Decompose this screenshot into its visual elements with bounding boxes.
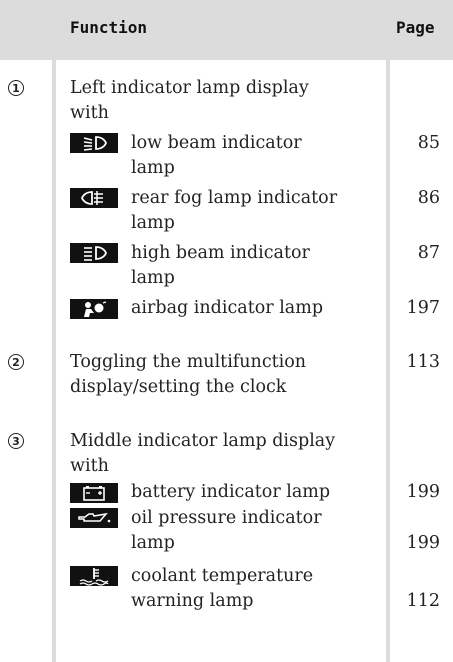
- coolant-page: 112: [406, 591, 440, 611]
- rear-fog-label-line-1: rear fog lamp indicator: [131, 188, 338, 208]
- column-divider-right: [386, 0, 390, 662]
- callout-number-3: 3: [8, 433, 24, 449]
- page-column-header: Page: [396, 17, 435, 37]
- row-3-text-line-1: Middle indicator lamp display: [70, 431, 336, 451]
- oil-pressure-icon: [70, 508, 118, 528]
- airbag-page: 197: [406, 298, 440, 318]
- oil-pressure-label-line-1: oil pressure indicator: [131, 508, 322, 528]
- battery-page: 199: [406, 482, 440, 502]
- low-beam-page: 85: [417, 133, 440, 153]
- rear-fog-lamp-icon: [70, 188, 118, 208]
- function-column-header: Function: [70, 17, 148, 37]
- low-beam-icon: [70, 133, 118, 153]
- oil-pressure-page: 199: [406, 533, 440, 553]
- coolant-label-line-1: coolant temperature: [131, 566, 314, 586]
- column-divider-left: [52, 0, 56, 662]
- coolant-temperature-icon: [70, 566, 118, 586]
- row-2-page: 113: [406, 352, 440, 372]
- function-page-table: Function Page 1 Left indicator lamp disp…: [0, 0, 453, 662]
- rear-fog-label-line-2: lamp: [131, 213, 175, 233]
- high-beam-label-line-1: high beam indicator: [131, 243, 310, 263]
- low-beam-label-line-2: lamp: [131, 158, 175, 178]
- oil-pressure-label-line-2: lamp: [131, 533, 175, 553]
- row-3-text-line-2: with: [70, 456, 109, 476]
- battery-icon: [70, 483, 118, 503]
- row-2-text-line-2: display/setting the clock: [70, 377, 287, 397]
- rear-fog-page: 86: [417, 188, 440, 208]
- header-divider: [0, 54, 453, 60]
- high-beam-icon: [70, 243, 118, 263]
- callout-number-2: 2: [8, 354, 24, 370]
- battery-label: battery indicator lamp: [131, 482, 331, 502]
- airbag-icon: [70, 299, 118, 319]
- high-beam-label-line-2: lamp: [131, 268, 175, 288]
- callout-number-1: 1: [8, 80, 24, 96]
- airbag-label: airbag indicator lamp: [131, 298, 324, 318]
- low-beam-label-line-1: low beam indicator: [131, 133, 302, 153]
- high-beam-page: 87: [417, 243, 440, 263]
- row-1-text-line-2: with: [70, 103, 109, 123]
- row-2-text-line-1: Toggling the multifunction: [70, 352, 307, 372]
- coolant-label-line-2: warning lamp: [131, 591, 254, 611]
- row-1-text-line-1: Left indicator lamp display: [70, 78, 309, 98]
